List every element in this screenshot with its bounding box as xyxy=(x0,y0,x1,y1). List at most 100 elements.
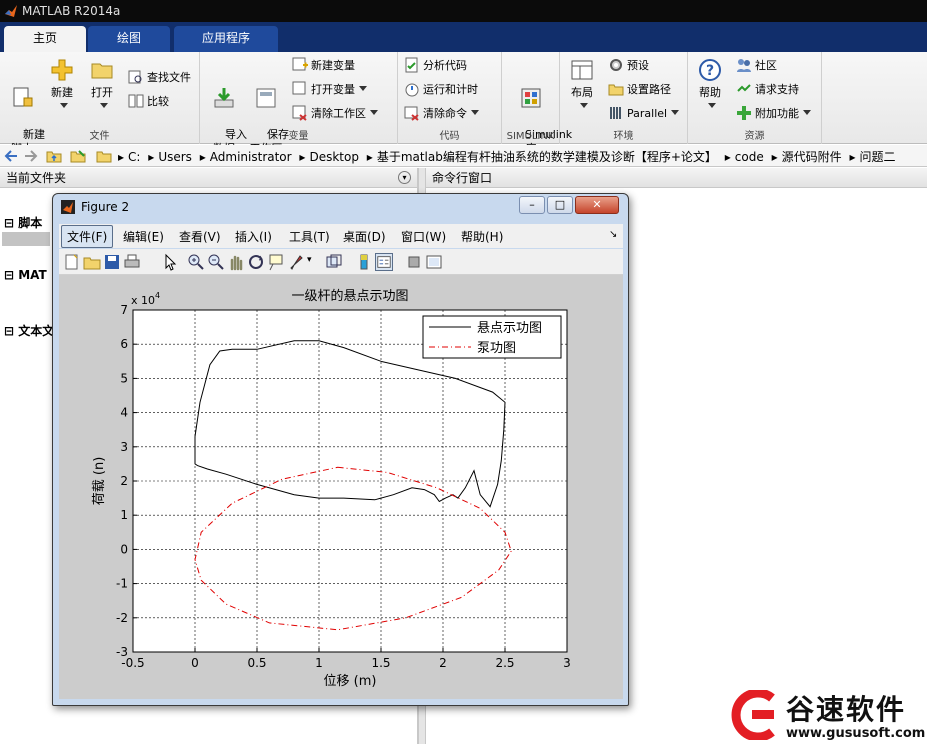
breadcrumb-segment[interactable]: 源代码附件 xyxy=(782,150,842,164)
breadcrumb-segment[interactable]: 问题二 xyxy=(859,150,895,164)
menu-window[interactable]: 窗口(W) xyxy=(401,228,446,245)
current-folder-header: 当前文件夹 ▾ xyxy=(0,168,417,188)
find-files-button[interactable]: 查找文件 xyxy=(128,68,191,88)
group-label-resources: 资源 xyxy=(744,131,765,142)
save-icon[interactable] xyxy=(103,253,121,271)
minimize-button[interactable]: – xyxy=(519,196,545,214)
up-folder-icon[interactable] xyxy=(46,148,62,164)
x-tick-label: 3 xyxy=(563,656,571,670)
run-and-time-icon xyxy=(405,83,419,97)
help-dropdown-arrow-icon[interactable] xyxy=(708,103,716,108)
figure-title-bar[interactable]: Figure 2 – □ ✕ xyxy=(53,194,628,220)
brush-dropdown-arrow-icon[interactable]: ▾ xyxy=(307,255,312,265)
open-dropdown-arrow-icon[interactable] xyxy=(100,103,108,108)
tree-group-text[interactable]: ⊟ 文本文 xyxy=(4,322,54,339)
selected-file-row[interactable] xyxy=(2,232,50,246)
help-button[interactable]: ? 帮助 xyxy=(690,56,730,114)
ribbon-group-resources: ? 帮助 社区 请求支持 附加功能 资源 xyxy=(688,52,822,144)
x-tick-label: 0 xyxy=(191,656,199,670)
run-and-time-button[interactable]: 运行和计时 xyxy=(404,80,478,100)
addons-icon xyxy=(737,106,751,120)
menu-dock-arrow-icon[interactable]: ↘ xyxy=(609,229,617,240)
breadcrumb-segment[interactable]: Users xyxy=(158,150,192,164)
legend-toggle-icon[interactable] xyxy=(375,253,393,271)
select-arrow-icon[interactable] xyxy=(161,253,179,271)
close-button[interactable]: ✕ xyxy=(575,196,619,214)
menu-tools[interactable]: 工具(T) xyxy=(289,228,330,245)
new-button[interactable]: 新建 xyxy=(42,56,82,114)
breadcrumb-segment[interactable]: code xyxy=(735,150,764,164)
ribbon-group-environment: 布局 预设 设置路径 Parallel 环境 xyxy=(560,52,688,144)
new-variable-icon xyxy=(292,57,308,71)
request-support-button[interactable]: 请求支持 xyxy=(736,80,799,100)
pan-hand-icon[interactable] xyxy=(227,253,245,271)
open-button[interactable]: 打开 xyxy=(82,56,122,114)
menu-edit[interactable]: 编辑(E) xyxy=(123,228,164,245)
tab-plots[interactable]: 绘图 xyxy=(88,26,170,52)
import-data-icon xyxy=(214,88,234,108)
new-figure-icon[interactable] xyxy=(63,253,81,271)
open-file-icon[interactable] xyxy=(83,253,101,271)
y-tick-label: 5 xyxy=(120,371,128,385)
menu-help[interactable]: 帮助(H) xyxy=(461,228,503,245)
preferences-button[interactable]: 预设 xyxy=(608,56,649,76)
y-tick-label: 6 xyxy=(120,337,128,351)
hide-plot-tools-icon[interactable] xyxy=(405,253,423,271)
new-dropdown-arrow-icon[interactable] xyxy=(60,103,68,108)
data-cursor-icon[interactable] xyxy=(267,253,285,271)
parallel-button[interactable]: Parallel xyxy=(608,104,680,124)
y-tick-label: 2 xyxy=(120,474,128,488)
root-folder-icon[interactable] xyxy=(96,148,112,164)
clear-commands-button[interactable]: 清除命令 xyxy=(404,104,479,124)
brush-icon[interactable] xyxy=(287,253,305,271)
breadcrumb-segment[interactable]: Administrator xyxy=(210,150,292,164)
y-tick-label: 0 xyxy=(120,542,128,556)
clear-workspace-button[interactable]: 清除工作区 xyxy=(292,104,378,124)
layout-dropdown-arrow-icon[interactable] xyxy=(580,103,588,108)
breadcrumb-segment[interactable]: C: xyxy=(128,150,140,164)
menu-insert[interactable]: 插入(I) xyxy=(235,228,272,245)
zoom-out-icon[interactable] xyxy=(207,253,225,271)
watermark-name: 谷速软件 xyxy=(786,693,907,726)
tree-group-scripts[interactable]: ⊟ 脚本 xyxy=(4,214,42,231)
forward-arrow-icon[interactable] xyxy=(24,149,38,163)
back-arrow-icon[interactable] xyxy=(4,149,18,163)
y-tick-label: -2 xyxy=(116,611,128,625)
addons-button[interactable]: 附加功能 xyxy=(736,104,811,124)
community-button[interactable]: 社区 xyxy=(736,56,777,76)
maximize-button[interactable]: □ xyxy=(547,196,573,214)
set-path-button[interactable]: 设置路径 xyxy=(608,80,671,100)
figure-menu-bar: 文件(F) 编辑(E) 查看(V) 插入(I) 工具(T) 桌面(D) 窗口(W… xyxy=(59,224,623,248)
figure-toolbar: ▾ xyxy=(59,249,623,275)
folder-icon xyxy=(91,63,113,79)
suspension-dynamometer-chart: -0.5 0 0.5 1 1.5 2 2.5 3-3-2-101234567 一级杆的悬点示功… xyxy=(92,288,571,689)
menu-view[interactable]: 查看(V) xyxy=(179,228,221,245)
x-tick-label: 2.5 xyxy=(495,656,514,670)
tab-home[interactable]: 主页 xyxy=(4,26,86,52)
figure-title: Figure 2 xyxy=(81,200,130,214)
compare-button[interactable]: 比较 xyxy=(128,92,169,112)
panel-actions-icon[interactable]: ▾ xyxy=(398,171,411,184)
layout-button[interactable]: 布局 xyxy=(562,56,602,114)
legend[interactable]: 悬点示功图 泵功图 xyxy=(422,315,562,359)
window-title: MATLAB R2014a xyxy=(22,4,121,18)
x-tick-label: 0.5 xyxy=(247,656,266,670)
breadcrumb-segment[interactable]: Desktop xyxy=(309,150,359,164)
menu-desktop[interactable]: 桌面(D) xyxy=(343,228,386,245)
tree-group-mat[interactable]: ⊟ MAT xyxy=(4,268,47,282)
breadcrumb-segment[interactable]: 基于matlab编程有杆抽油系统的数学建模及诊断【程序+论文】 xyxy=(377,150,717,164)
show-plot-tools-icon[interactable] xyxy=(425,253,443,271)
set-path-icon xyxy=(608,84,624,96)
link-plot-icon[interactable] xyxy=(325,253,343,271)
colorbar-icon[interactable] xyxy=(355,253,373,271)
analyze-code-button[interactable]: 分析代码 xyxy=(404,56,467,76)
browse-folder-icon[interactable] xyxy=(70,148,86,164)
print-icon[interactable] xyxy=(123,253,141,271)
rotate-3d-icon[interactable] xyxy=(247,253,265,271)
open-variable-button[interactable]: 打开变量 xyxy=(292,80,367,100)
tab-apps[interactable]: 应用程序 xyxy=(174,26,278,52)
parallel-icon xyxy=(610,107,621,119)
new-variable-button[interactable]: 新建变量 xyxy=(292,56,355,76)
menu-file[interactable]: 文件(F) xyxy=(61,225,114,248)
zoom-in-icon[interactable] xyxy=(187,253,205,271)
